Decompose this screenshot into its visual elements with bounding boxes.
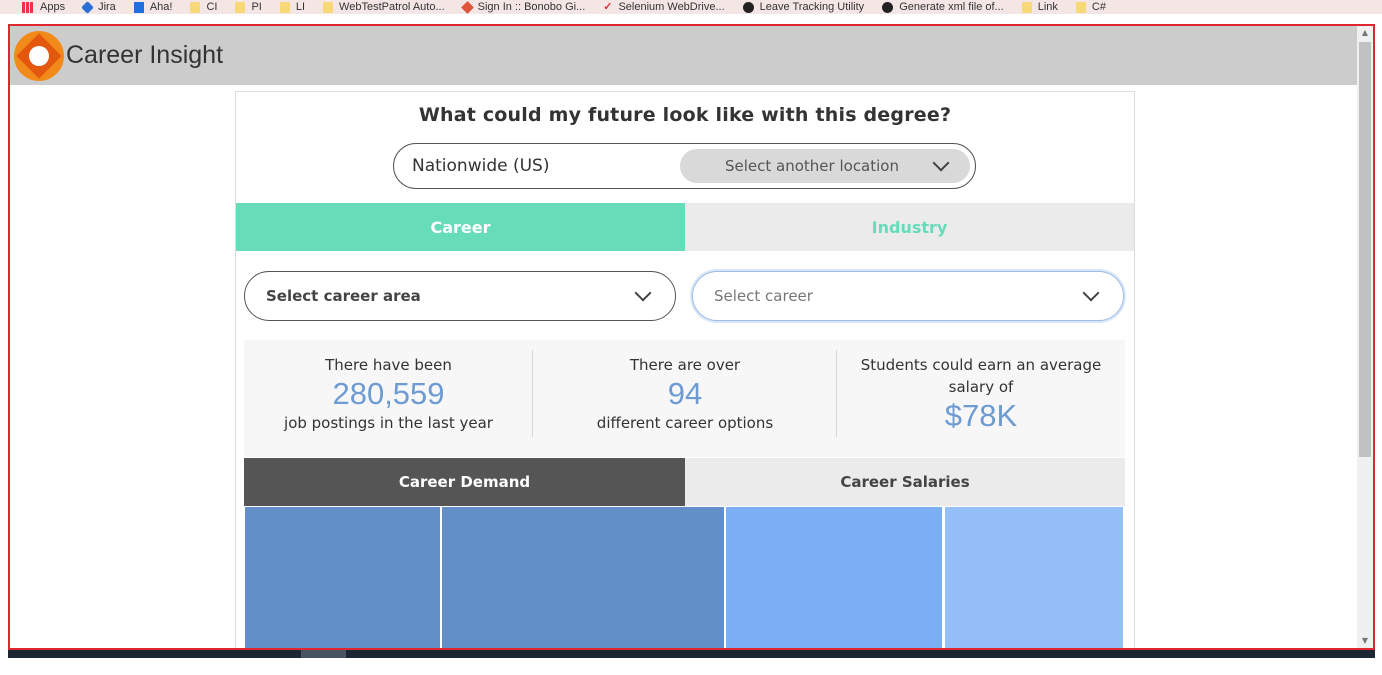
bookmark-apps[interactable]: Apps: [22, 1, 65, 13]
tab-career-demand[interactable]: Career Demand: [244, 458, 685, 506]
stat-pre-text: There have been: [325, 356, 452, 374]
bookmark-label: C#: [1091, 1, 1106, 13]
app-header: Career Insight: [10, 26, 1359, 85]
chevron-down-icon: [1082, 284, 1100, 302]
bookmarks-bar: Apps Jira Aha! CI PI LI WebTestPatrol Au…: [0, 0, 1382, 14]
folder-icon: [235, 1, 246, 13]
bookmark-aha[interactable]: Aha!: [133, 1, 173, 13]
career-area-select-label: Select career area: [266, 287, 421, 305]
scroll-down-icon[interactable]: ▼: [1357, 634, 1373, 648]
stat-post-text: different career options: [596, 414, 774, 432]
view-tabs: Career Industry: [236, 203, 1134, 251]
stat-job-postings: There have been 280,559 job postings in …: [244, 340, 533, 457]
career-insight-card: What could my future look like with this…: [235, 91, 1135, 648]
scroll-up-icon[interactable]: ▲: [1357, 26, 1373, 40]
folder-icon: [1021, 1, 1032, 13]
bookmark-label: WebTestPatrol Auto...: [339, 1, 445, 13]
jira-icon: [81, 0, 94, 14]
chart-tabs: Career Demand Career Salaries: [244, 458, 1125, 506]
bookmark-label: Apps: [40, 1, 66, 13]
career-area-select[interactable]: Select career area: [244, 271, 676, 321]
bookmark-link[interactable]: Link: [1021, 1, 1058, 13]
bookmark-webtestpatrol[interactable]: WebTestPatrol Auto...: [323, 1, 445, 13]
app-frame: Career Insight ▲ ▼ What could my future …: [8, 24, 1375, 650]
selenium-icon: ✓: [603, 1, 613, 13]
bookmark-label: LI: [295, 1, 306, 13]
location-selector: Nationwide (US) Select another location: [393, 143, 976, 189]
treemap-tile[interactable]: [726, 507, 942, 648]
current-location: Nationwide (US): [412, 156, 550, 176]
chevron-down-icon: [932, 154, 950, 172]
bookmark-li[interactable]: LI: [279, 1, 306, 13]
page-question: What could my future look like with this…: [418, 104, 952, 126]
globe-icon: [742, 1, 754, 13]
github-icon: [882, 1, 894, 13]
bookmark-label: Aha!: [149, 1, 173, 13]
career-demand-treemap: [244, 506, 1125, 648]
bookmark-selenium[interactable]: ✓ Selenium WebDrive...: [603, 1, 724, 13]
stat-average-salary: Students could earn an average salary of…: [837, 340, 1125, 457]
folder-icon: [279, 1, 290, 13]
bookmark-label: CI: [206, 1, 218, 13]
bookmark-generate-xml[interactable]: Generate xml file of...: [882, 1, 1004, 13]
taskbar: [8, 650, 1375, 658]
bookmark-label: Jira: [98, 1, 116, 13]
select-location-dropdown[interactable]: Select another location: [680, 149, 970, 183]
stats-panel: There have been 280,559 job postings in …: [244, 340, 1125, 457]
select-location-label: Select another location: [725, 157, 899, 175]
bookmark-bonobo[interactable]: Sign In :: Bonobo Gi...: [460, 0, 586, 14]
stat-value: 280,559: [332, 376, 445, 411]
bookmark-ci[interactable]: CI: [190, 1, 217, 13]
app-title: Career Insight: [66, 41, 224, 69]
treemap-tile[interactable]: [945, 507, 1123, 648]
stat-career-options: There are over 94 different career optio…: [533, 340, 837, 457]
bookmark-label: Leave Tracking Utility: [759, 1, 865, 13]
chevron-down-icon: [634, 284, 652, 302]
stat-value: $78K: [944, 398, 1018, 433]
scroll-thumb[interactable]: [1359, 42, 1371, 457]
bookmark-jira[interactable]: Jira: [81, 0, 116, 14]
bookmark-label: PI: [251, 1, 262, 13]
treemap-tile[interactable]: [442, 507, 724, 648]
tab-industry[interactable]: Industry: [685, 203, 1134, 251]
bookmark-label: Selenium WebDrive...: [618, 1, 725, 13]
aha-icon: [133, 1, 144, 13]
career-select-label: Select career: [714, 287, 813, 305]
career-select[interactable]: Select career: [692, 271, 1124, 321]
git-icon: [460, 0, 474, 14]
folder-icon: [190, 1, 201, 13]
stat-value: 94: [667, 376, 703, 411]
taskbar-item[interactable]: [301, 650, 346, 658]
apps-icon: [22, 1, 34, 13]
vertical-scrollbar[interactable]: ▲ ▼: [1357, 26, 1373, 648]
stat-pre-text: There are over: [629, 356, 741, 374]
folder-icon: [323, 1, 334, 13]
logo-icon: [14, 30, 64, 81]
bookmark-leave-tracking[interactable]: Leave Tracking Utility: [742, 1, 865, 13]
bookmark-label: Link: [1037, 1, 1058, 13]
folder-icon: [1075, 1, 1086, 13]
bookmark-pi[interactable]: PI: [235, 1, 262, 13]
bookmark-label: Sign In :: Bonobo Gi...: [477, 1, 586, 13]
bookmark-csharp[interactable]: C#: [1075, 1, 1106, 13]
bookmark-label: Generate xml file of...: [899, 1, 1004, 13]
tab-career-salaries[interactable]: Career Salaries: [685, 458, 1125, 506]
stat-pre-text: Students could earn an average salary of: [860, 356, 1102, 396]
treemap-tile[interactable]: [245, 507, 440, 648]
tab-career[interactable]: Career: [236, 203, 685, 251]
stat-post-text: job postings in the last year: [284, 414, 493, 432]
